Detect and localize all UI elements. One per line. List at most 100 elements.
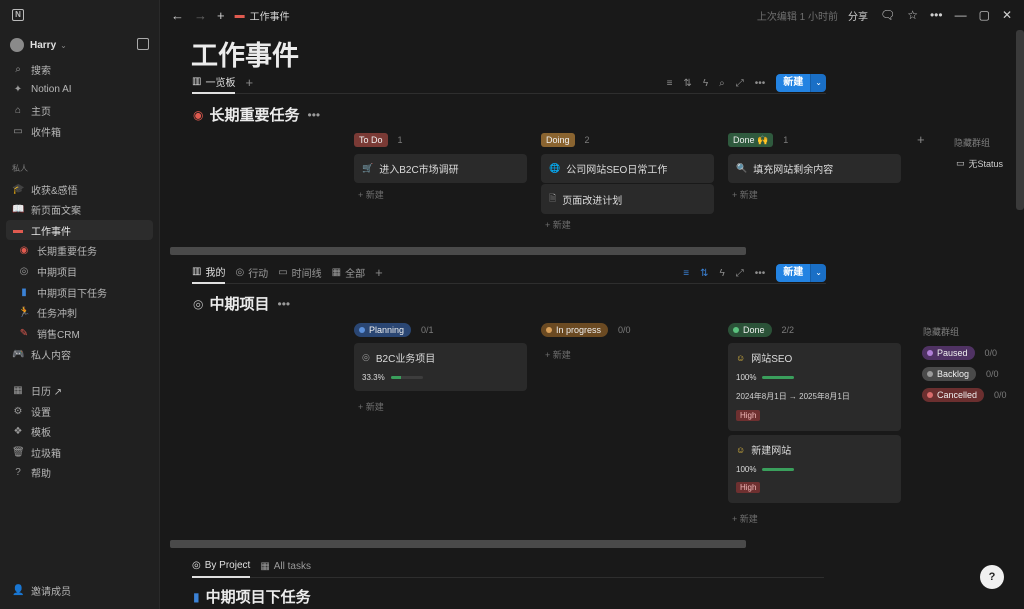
- star-icon[interactable]: ☆: [907, 8, 918, 22]
- chevron-down-icon[interactable]: ⌄: [810, 74, 826, 92]
- sidebar-item-home[interactable]: ⌂ 主页: [6, 100, 153, 120]
- sidebar-item-sales-crm[interactable]: ✎ 销售CRM: [6, 323, 153, 343]
- sort-icon[interactable]: ⇅: [700, 268, 708, 279]
- minimize-icon[interactable]: —: [955, 8, 967, 22]
- breadcrumb[interactable]: ▬ 工作事件: [235, 8, 290, 23]
- hidden-group-paused[interactable]: Paused 0/0: [922, 346, 997, 360]
- hidden-group-no-status[interactable]: ▭ 无Status: [956, 157, 1003, 170]
- share-button[interactable]: 分享: [848, 8, 868, 23]
- forward-arrow-icon[interactable]: →: [194, 8, 207, 23]
- sidebar-item-private[interactable]: 🎮 私人内容: [6, 344, 153, 364]
- filter-icon[interactable]: ≡: [667, 78, 673, 89]
- board-card[interactable]: 🗎 页面改进计划: [541, 184, 714, 214]
- sidebar-item-mid-projects[interactable]: ◎ 中期项目: [6, 261, 153, 281]
- sidebar-item-label: 帮助: [31, 468, 51, 480]
- tab-mine[interactable]: ▥ 我的: [192, 262, 226, 284]
- column-header[interactable]: Planning 0/1: [354, 323, 527, 337]
- vertical-scrollbar[interactable]: [1016, 30, 1024, 210]
- tab-all[interactable]: ▦ 全部: [332, 262, 365, 284]
- back-arrow-icon[interactable]: ←: [171, 8, 184, 23]
- column-header[interactable]: Doing 2: [541, 133, 714, 147]
- sidebar-item-help[interactable]: ? 帮助: [6, 462, 153, 482]
- add-card-button[interactable]: + 新建: [545, 348, 571, 361]
- more-icon[interactable]: •••: [930, 8, 943, 22]
- new-button-label: 新建: [776, 264, 811, 282]
- tab-actions[interactable]: ◎ 行动: [235, 262, 268, 284]
- more-icon[interactable]: •••: [755, 268, 766, 279]
- column-header[interactable]: Done 2/2: [728, 323, 901, 337]
- sort-icon[interactable]: ⇅: [683, 78, 691, 89]
- board-card[interactable]: 🌐 公司网站SEO日常工作: [541, 154, 714, 183]
- more-icon[interactable]: •••: [755, 78, 766, 89]
- tab-by-project[interactable]: ◎ By Project: [192, 556, 251, 578]
- expand-icon[interactable]: ⤢: [736, 78, 744, 89]
- hidden-group-backlog[interactable]: Backlog 0/0: [922, 367, 999, 381]
- column-header[interactable]: In progress 0/0: [541, 323, 714, 337]
- board-card[interactable]: ☺ 网站SEO 100% 2024年8月1日 → 2025年8月1日 High: [728, 343, 901, 431]
- board-card[interactable]: 🔍 填充网站剩余内容: [728, 154, 901, 183]
- add-card-button[interactable]: + 新建: [732, 188, 758, 201]
- expand-icon[interactable]: ⤢: [736, 268, 744, 279]
- db-title-label: 长期重要任务: [209, 107, 300, 124]
- chevron-down-icon[interactable]: ⌄: [810, 264, 826, 282]
- filter-icon[interactable]: ≡: [683, 268, 689, 279]
- sidebar-item-notion-ai[interactable]: ✦ Notion AI: [6, 79, 153, 99]
- sidebar-item-templates[interactable]: ❖ 模板: [6, 421, 153, 441]
- add-card-button[interactable]: + 新建: [732, 512, 758, 525]
- sidebar-item-search[interactable]: ⌕ 搜索: [6, 59, 153, 79]
- add-view-icon[interactable]: +: [245, 75, 253, 90]
- search-icon[interactable]: ⌕: [719, 78, 725, 89]
- sidebar-item-mid-project-tasks[interactable]: ▮ 中期项目下任务: [6, 282, 153, 302]
- more-icon[interactable]: •••: [308, 108, 321, 122]
- sidebar-item-settings[interactable]: ⚙ 设置: [6, 401, 153, 421]
- new-button[interactable]: 新建 ⌄: [776, 74, 826, 92]
- close-icon[interactable]: ✕: [1002, 8, 1012, 22]
- new-page-icon[interactable]: [137, 38, 149, 50]
- sidebar-item-insights[interactable]: 🎓 收获&感悟: [6, 179, 153, 199]
- new-button[interactable]: 新建 ⌄: [776, 264, 826, 282]
- more-icon[interactable]: •••: [278, 297, 291, 311]
- board-card[interactable]: 🛒 进入B2C市场调研: [354, 154, 527, 183]
- invite-members-button[interactable]: 👤 邀请成员: [6, 580, 153, 600]
- db-title-mid-project-tasks[interactable]: ▮ 中期项目下任务: [193, 586, 311, 607]
- status-dot: [546, 327, 552, 333]
- magnifier-icon: 🔍: [736, 163, 748, 173]
- db-title-long-term[interactable]: ◉ 长期重要任务 •••: [193, 104, 320, 125]
- hidden-group-cancelled[interactable]: Cancelled 0/0: [922, 388, 1007, 402]
- horizontal-scrollbar-2[interactable]: [170, 540, 746, 548]
- sidebar-item-trash[interactable]: 🗑 垃圾箱: [6, 442, 153, 462]
- sidebar-item-label: 长期重要任务: [37, 246, 97, 258]
- tab-timeline[interactable]: ▭ 时间线: [278, 262, 321, 284]
- column-header[interactable]: Done 🙌 1: [728, 133, 901, 147]
- add-view-icon[interactable]: +: [375, 265, 383, 280]
- sidebar-item-page-copy[interactable]: 📖 新页面文案: [6, 199, 153, 219]
- tab-label: All tasks: [273, 561, 311, 572]
- sidebar-item-label: 销售CRM: [37, 329, 80, 341]
- notion-logo-icon[interactable]: N: [12, 9, 24, 21]
- sidebar-item-work-events[interactable]: ▬ 工作事件: [6, 220, 153, 240]
- workspace-switcher[interactable]: Harry ⌄: [10, 37, 151, 53]
- column-header[interactable]: To Do 1: [354, 133, 527, 147]
- tab-board[interactable]: ▥ 一览板: [192, 72, 236, 94]
- add-group-icon[interactable]: +: [917, 132, 925, 147]
- board-card[interactable]: ☺ 新建网站 100% High: [728, 435, 901, 503]
- comment-icon[interactable]: 🗨: [880, 8, 895, 22]
- automation-icon[interactable]: ϟ: [703, 78, 708, 89]
- sidebar-item-inbox[interactable]: ▭ 收件箱: [6, 121, 153, 141]
- horizontal-scrollbar-1[interactable]: [170, 247, 746, 255]
- help-icon[interactable]: ?: [980, 565, 1004, 589]
- sidebar-item-sprint[interactable]: 🏃 任务冲刺: [6, 302, 153, 322]
- plus-icon[interactable]: +: [217, 8, 225, 23]
- sidebar-item-calendar[interactable]: ▦ 日历 ↗: [6, 380, 153, 400]
- board-card[interactable]: ◎ B2C业务项目 33.3%: [354, 343, 527, 391]
- add-card-button[interactable]: + 新建: [358, 188, 384, 201]
- sidebar-item-long-term-tasks[interactable]: ◉ 长期重要任务: [6, 240, 153, 260]
- maximize-icon[interactable]: ▢: [979, 8, 990, 22]
- add-card-button[interactable]: + 新建: [545, 218, 571, 231]
- sidebar-item-label: 垃圾箱: [31, 448, 61, 460]
- add-card-button[interactable]: + 新建: [358, 400, 384, 413]
- tab-all-tasks[interactable]: ▦ All tasks: [260, 556, 311, 578]
- automation-icon[interactable]: ϟ: [719, 268, 724, 279]
- hidden-group-label: 无Status: [968, 159, 1004, 169]
- db-title-mid-projects[interactable]: ◎ 中期项目 •••: [193, 293, 290, 314]
